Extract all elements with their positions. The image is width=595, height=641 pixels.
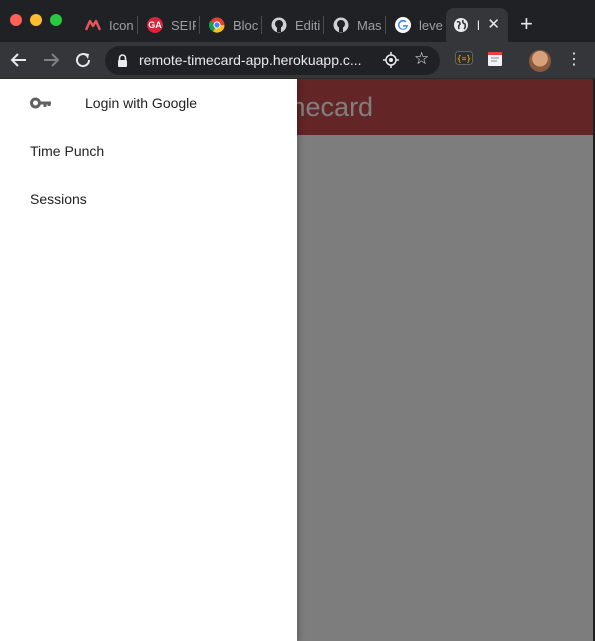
tab-title: leve — [419, 17, 443, 33]
tab-title: Icon — [109, 17, 134, 33]
browser-tab[interactable]: Bloc — [202, 8, 258, 42]
close-tab-icon[interactable]: ✕ — [487, 16, 500, 34]
google-icon — [395, 17, 411, 33]
github-icon — [271, 17, 287, 33]
browser-tab[interactable]: leve — [388, 8, 444, 42]
tab-title: Mas — [357, 17, 382, 33]
github-icon — [333, 17, 349, 33]
location-icon[interactable] — [383, 52, 399, 73]
browser-toolbar: remote-timecard-app.herokuapp.c... ☆ {=}… — [0, 42, 595, 79]
bookmark-star-icon[interactable]: ☆ — [414, 49, 429, 69]
tab-separator — [261, 16, 262, 34]
tab-separator — [323, 16, 324, 34]
browser-tab[interactable]: Mas — [326, 8, 382, 42]
drawer-item-login[interactable]: Login with Google — [0, 79, 297, 127]
tab-title: l — [477, 17, 480, 33]
navigation-drawer: Login with Google Time Punch Sessions — [0, 79, 297, 641]
browser-tab[interactable]: Icon — [78, 8, 134, 42]
tab-separator — [385, 16, 386, 34]
svg-text:{=}: {=} — [457, 54, 471, 63]
drawer-item-label: Sessions — [30, 191, 87, 207]
json-extension-icon[interactable]: {=} — [455, 51, 473, 70]
menu-kebab-icon[interactable]: ⋮ — [566, 50, 582, 70]
tab-title: SEIR — [171, 17, 196, 33]
m-logo-icon — [85, 17, 101, 33]
drawer-item-label: Time Punch — [30, 143, 105, 159]
profile-avatar[interactable] — [529, 50, 551, 72]
drawer-item-time-punch[interactable]: Time Punch — [0, 127, 297, 175]
drawer-item-label: Login with Google — [85, 95, 198, 111]
chrome-icon — [209, 17, 225, 33]
back-arrow-icon[interactable] — [8, 49, 30, 71]
drawer-item-sessions[interactable]: Sessions — [0, 175, 297, 223]
tab-title: Bloc — [233, 17, 258, 33]
forward-arrow-icon[interactable] — [40, 49, 62, 71]
ga-logo-icon: GA — [147, 17, 163, 33]
browser-tab[interactable]: GA SEIR — [140, 8, 196, 42]
browser-tab[interactable]: Editi — [264, 8, 320, 42]
browser-tab-active[interactable]: l ✕ — [446, 8, 508, 42]
key-icon — [30, 96, 52, 112]
browser-tab-strip: Icon GA SEIR Bloc Editi Mas leve — [0, 0, 595, 42]
url-text: remote-timecard-app.herokuapp.c... — [139, 52, 362, 68]
close-window-button[interactable] — [10, 14, 22, 26]
web-page: Remote Timecard Login with Google Time P… — [0, 79, 595, 641]
globe-icon — [453, 17, 469, 33]
address-bar[interactable]: remote-timecard-app.herokuapp.c... ☆ — [105, 46, 440, 75]
tab-title: Editi — [295, 17, 320, 33]
minimize-window-button[interactable] — [30, 14, 42, 26]
notes-extension-icon[interactable] — [487, 51, 503, 72]
reload-icon[interactable] — [72, 49, 94, 71]
tab-separator — [137, 16, 138, 34]
new-tab-button[interactable]: + — [520, 13, 533, 35]
lock-icon[interactable] — [117, 54, 128, 72]
maximize-window-button[interactable] — [50, 14, 62, 26]
tab-separator — [199, 16, 200, 34]
